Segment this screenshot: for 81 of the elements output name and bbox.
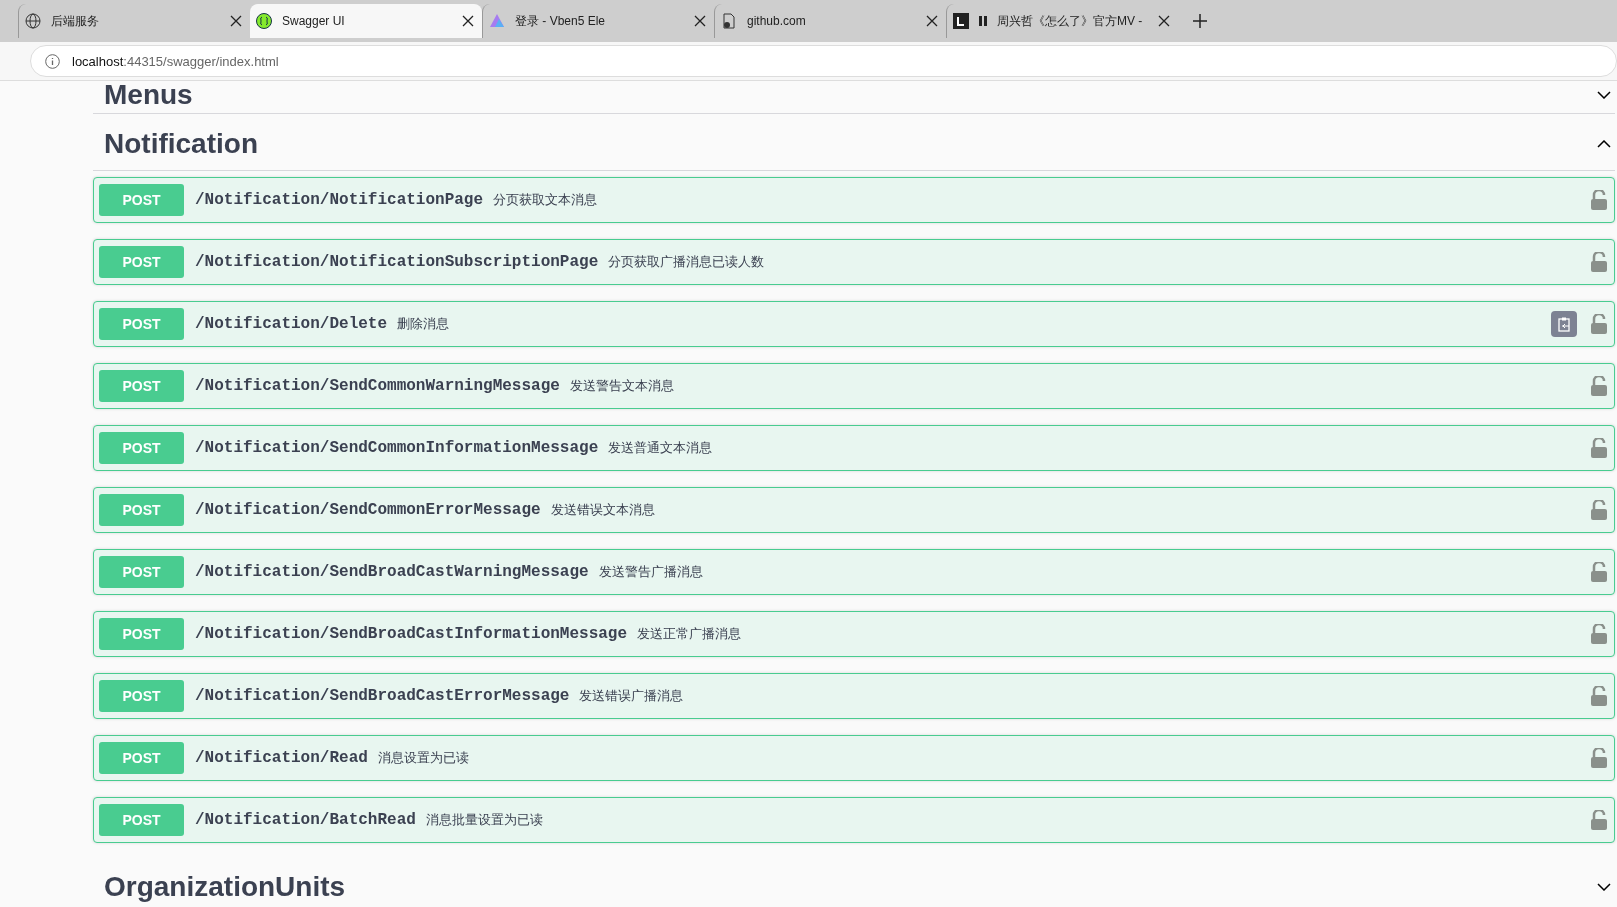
- method-badge: POST: [99, 618, 184, 650]
- close-icon[interactable]: [462, 15, 474, 27]
- method-badge: POST: [99, 432, 184, 464]
- unlocked-padlock-icon[interactable]: [1591, 810, 1607, 830]
- swagger-icon: [256, 13, 272, 29]
- endpoint-summary: 发送普通文本消息: [608, 439, 714, 457]
- url-text: localhost:44315/swagger/index.html: [72, 53, 279, 69]
- endpoint-summary: 消息批量设置为已读: [425, 811, 544, 829]
- video-site-icon: [953, 13, 969, 29]
- unlocked-padlock-icon[interactable]: [1591, 624, 1607, 644]
- endpoint-path: /Notification/Delete: [195, 315, 388, 333]
- endpoint-path: /Notification/SendBroadCastWarningMessage: [195, 563, 589, 581]
- endpoint-summary: 发送警告广播消息: [598, 563, 704, 581]
- clipboard-icon: [1556, 316, 1572, 332]
- method-badge: POST: [99, 742, 184, 774]
- browser-tab[interactable]: 周兴哲《怎么了》官方MV -: [946, 4, 1178, 38]
- endpoint-row[interactable]: POST /Notification/SendBroadCastInformationMessage 发送正常广播消息: [93, 611, 1615, 657]
- unlocked-padlock-icon[interactable]: [1591, 252, 1607, 272]
- method-badge: POST: [99, 680, 184, 712]
- endpoint-summary: 消息设置为已读: [377, 749, 470, 767]
- close-icon[interactable]: [694, 15, 706, 27]
- close-icon[interactable]: [1158, 15, 1170, 27]
- endpoint-summary: 删除消息: [397, 315, 451, 333]
- endpoint-row[interactable]: POST /Notification/SendCommonErrorMessage 发送错误文本消息: [93, 487, 1615, 533]
- endpoint-row[interactable]: POST /Notification/NotificationPage 分页获取文本消息: [93, 177, 1615, 223]
- chevron-down-icon[interactable]: [1597, 883, 1611, 891]
- method-badge: POST: [99, 246, 184, 278]
- endpoint-summary: 分页获取广播消息已读人数: [608, 253, 766, 271]
- endpoint-path: /Notification/NotificationPage: [195, 191, 484, 209]
- triangle-logo-icon: [489, 13, 505, 29]
- endpoint-row[interactable]: POST /Notification/Read 消息设置为已读: [93, 735, 1615, 781]
- endpoint-row[interactable]: POST /Notification/SendCommonWarningMessage 发送警告文本消息: [93, 363, 1615, 409]
- endpoint-row[interactable]: POST /Notification/SendBroadCastErrorMessage 发送错误广播消息: [93, 673, 1615, 719]
- endpoint-row[interactable]: POST /Notification/SendCommonInformationMessage 发送普通文本消息: [93, 425, 1615, 471]
- browser-tab[interactable]: 登录 - Vben5 Ele: [482, 4, 714, 38]
- close-icon[interactable]: [230, 15, 242, 27]
- method-badge: POST: [99, 370, 184, 402]
- method-badge: POST: [99, 556, 184, 588]
- endpoint-summary: 分页获取文本消息: [493, 191, 599, 209]
- endpoint-row[interactable]: POST /Notification/BatchRead 消息批量设置为已读: [93, 797, 1615, 843]
- method-badge: POST: [99, 494, 184, 526]
- endpoint-path: /Notification/NotificationSubscriptionPage: [195, 253, 599, 271]
- chevron-down-icon[interactable]: [1597, 91, 1611, 99]
- chevron-up-icon[interactable]: [1597, 140, 1611, 148]
- endpoint-summary: 发送警告文本消息: [569, 377, 675, 395]
- unlocked-padlock-icon[interactable]: [1591, 438, 1607, 458]
- endpoint-path: /Notification/BatchRead: [195, 811, 416, 829]
- unlocked-padlock-icon[interactable]: [1591, 314, 1607, 334]
- method-badge: POST: [99, 184, 184, 216]
- endpoint-row[interactable]: POST /Notification/Delete 删除消息: [93, 301, 1615, 347]
- unlocked-padlock-icon[interactable]: [1591, 562, 1607, 582]
- endpoint-path: /Notification/SendCommonErrorMessage: [195, 501, 541, 519]
- endpoint-path: /Notification/Read: [195, 749, 368, 767]
- copy-button[interactable]: [1551, 311, 1577, 337]
- browser-tab[interactable]: Swagger UI: [250, 4, 482, 38]
- method-badge: POST: [99, 308, 184, 340]
- endpoint-path: /Notification/SendCommonInformationMessage: [195, 439, 599, 457]
- endpoint-row[interactable]: POST /Notification/SendBroadCastWarningMessage 发送警告广播消息: [93, 549, 1615, 595]
- address-field[interactable]: localhost:44315/swagger/index.html: [30, 45, 1617, 77]
- unlocked-padlock-icon[interactable]: [1591, 686, 1607, 706]
- document-icon: [721, 13, 737, 29]
- unlocked-padlock-icon[interactable]: [1591, 190, 1607, 210]
- endpoint-summary: 发送错误广播消息: [579, 687, 685, 705]
- endpoint-summary: 发送正常广播消息: [637, 625, 743, 643]
- section-header[interactable]: Notification: [93, 114, 1615, 171]
- browser-tab[interactable]: github.com: [714, 4, 946, 38]
- info-icon[interactable]: [45, 53, 60, 69]
- endpoint-row[interactable]: POST /Notification/NotificationSubscriptionPage 分页获取广播消息已读人数: [93, 239, 1615, 285]
- close-icon[interactable]: [926, 15, 938, 27]
- endpoint-path: /Notification/SendBroadCastInformationMessage: [195, 625, 628, 643]
- unlocked-padlock-icon[interactable]: [1591, 376, 1607, 396]
- unlocked-padlock-icon[interactable]: [1591, 748, 1607, 768]
- endpoint-summary: 发送错误文本消息: [550, 501, 656, 519]
- new-tab-icon[interactable]: [1192, 13, 1208, 29]
- section-header[interactable]: OrganizationUnits: [93, 857, 1615, 907]
- method-badge: POST: [99, 804, 184, 836]
- unlocked-padlock-icon[interactable]: [1591, 500, 1607, 520]
- endpoint-path: /Notification/SendCommonWarningMessage: [195, 377, 560, 395]
- section-header[interactable]: Menus: [93, 81, 1615, 114]
- endpoint-path: /Notification/SendBroadCastErrorMessage: [195, 687, 570, 705]
- globe-icon: [25, 13, 41, 29]
